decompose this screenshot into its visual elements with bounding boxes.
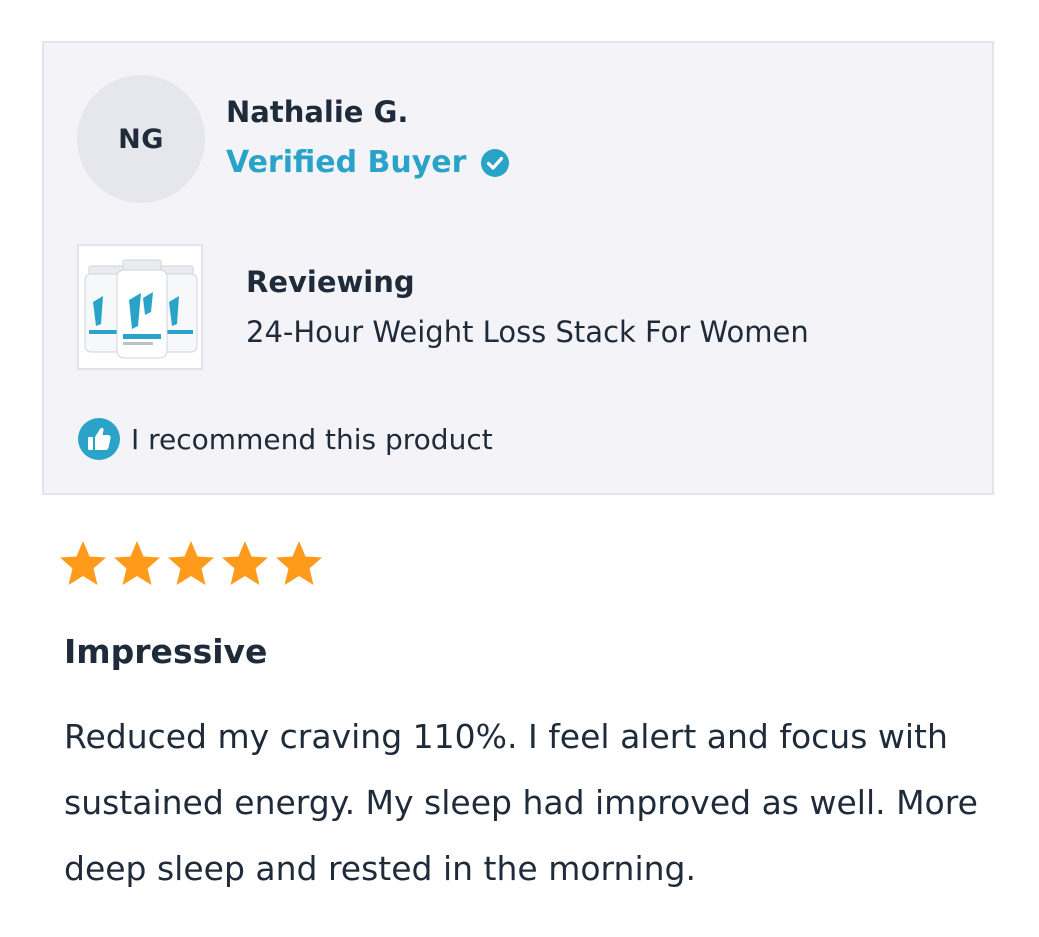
review-body: Reduced my craving 110%. I feel alert an… bbox=[64, 717, 978, 888]
recommendation: I recommend this product bbox=[77, 417, 493, 461]
check-circle-icon bbox=[480, 148, 510, 178]
star-icon bbox=[219, 538, 271, 590]
star-icon bbox=[165, 538, 217, 590]
avatar: NG bbox=[77, 75, 205, 203]
product-name[interactable]: 24-Hour Weight Loss Stack For Women bbox=[246, 315, 809, 349]
product-bottles-image bbox=[84, 259, 198, 359]
verified-buyer-badge: Verified Buyer bbox=[226, 145, 510, 180]
verified-buyer-label: Verified Buyer bbox=[226, 145, 467, 180]
star-rating bbox=[57, 538, 327, 590]
thumbs-up-icon bbox=[77, 417, 121, 461]
review-title: Impressive bbox=[64, 632, 268, 671]
recommendation-text: I recommend this product bbox=[131, 422, 493, 456]
reviewer-card: NG Nathalie G. Verified Buyer Reviewing … bbox=[42, 41, 994, 495]
star-icon bbox=[111, 538, 163, 590]
reviewing-label: Reviewing bbox=[246, 265, 415, 299]
star-icon bbox=[57, 538, 109, 590]
product-thumbnail[interactable] bbox=[77, 244, 203, 370]
reviewer-name: Nathalie G. bbox=[226, 95, 409, 129]
star-icon bbox=[273, 538, 325, 590]
